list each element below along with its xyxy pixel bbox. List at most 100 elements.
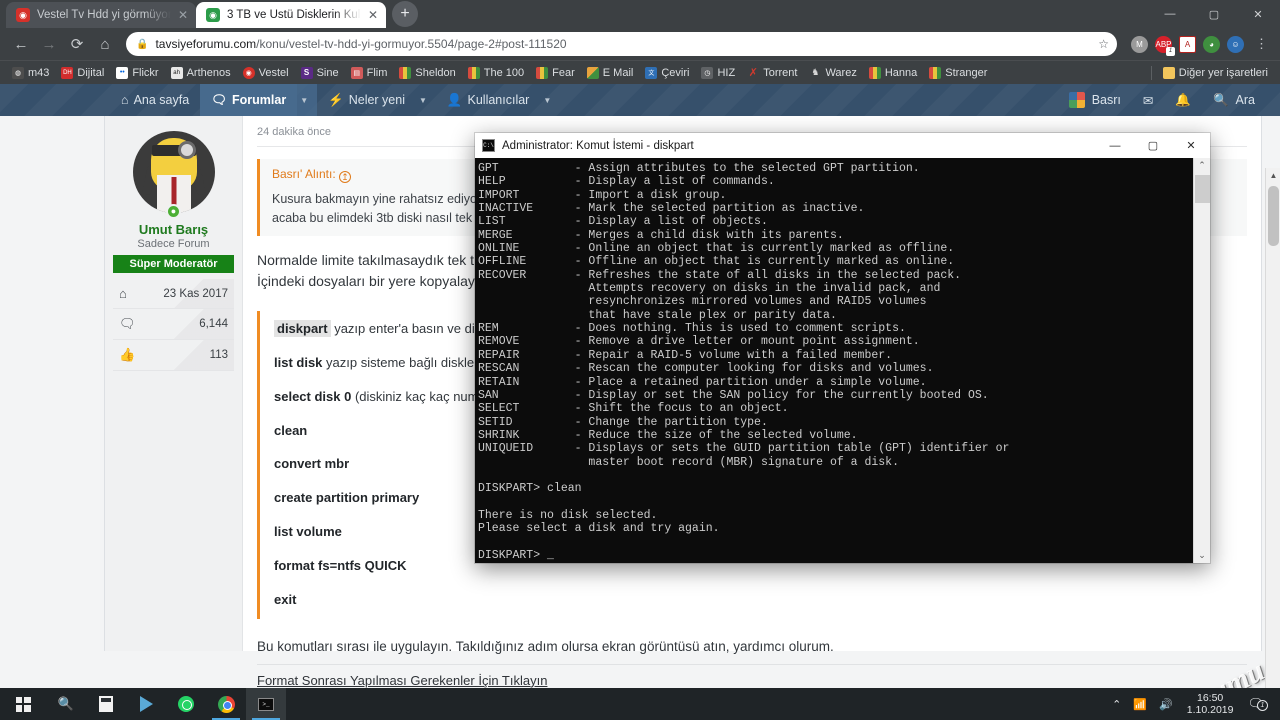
minimize-icon[interactable]: —: [1148, 0, 1192, 28]
stat-likes: 👍 113: [113, 340, 234, 371]
bookmark-item[interactable]: ah Arthenos: [166, 65, 236, 81]
scroll-down-icon[interactable]: ⌄: [1198, 548, 1206, 563]
url-domain: tavsiyeforumu.com: [155, 37, 257, 51]
start-button[interactable]: [0, 688, 46, 720]
close-window-icon[interactable]: ✕: [1236, 0, 1280, 28]
bookmark-item[interactable]: ♞ Warez: [804, 65, 861, 81]
inbox-button[interactable]: ✉: [1132, 84, 1164, 116]
folder-icon: [1162, 66, 1175, 79]
browser-tab-1[interactable]: ◉ Vestel Tv Hdd yi görmüyor | Sayfa 2 ✕: [6, 2, 196, 28]
new-tab-button[interactable]: +: [392, 1, 418, 27]
scroll-up-icon[interactable]: ▲: [1266, 168, 1280, 183]
cmd-scrollbar[interactable]: ⌃ ⌄: [1193, 158, 1210, 563]
post-closing-text: Bu komutları sırası ile uygulayın. Takıl…: [257, 638, 834, 654]
pdf-icon[interactable]: A: [1179, 35, 1196, 53]
search-button[interactable]: 🔍 Ara: [1202, 84, 1266, 116]
taskbar-cmd-button[interactable]: >_: [246, 688, 286, 720]
nav-item-neler-yeni[interactable]: ⚡ Neler yeni: [317, 84, 416, 116]
scrollbar-thumb[interactable]: [1268, 186, 1279, 246]
home-icon[interactable]: ⌂: [92, 31, 118, 57]
browser-menu-icon[interactable]: ⋮: [1251, 36, 1272, 52]
back-icon[interactable]: ←: [8, 31, 34, 57]
bookmark-label: Flim: [366, 66, 388, 79]
taskbar-calculator-button[interactable]: [86, 688, 126, 720]
bookmark-item[interactable]: ◍ m43: [7, 65, 54, 81]
chevron-up-icon[interactable]: ⌃: [1106, 698, 1127, 711]
taskbar-store-button[interactable]: [126, 688, 166, 720]
maximize-icon[interactable]: ▢: [1192, 0, 1236, 28]
bookmark-star-icon[interactable]: ☆: [1098, 37, 1109, 51]
avatar: [1068, 92, 1085, 108]
command-name: list disk: [274, 354, 323, 370]
nav-item-kullanicilar[interactable]: 👤 Kullanıcılar: [436, 84, 540, 116]
nav-item-forumlar[interactable]: 🗨 Forumlar: [200, 84, 298, 116]
bookmark-item[interactable]: DH Dijital: [56, 65, 109, 81]
maximize-icon[interactable]: ▢: [1134, 133, 1172, 158]
browser-tab-2[interactable]: ◉ 3 TB ve Üstü Disklerin Kullanımı v ✕: [196, 2, 386, 28]
adblock-icon[interactable]: ABP 1: [1155, 35, 1175, 56]
scroll-up-icon[interactable]: ⌃: [1198, 158, 1206, 173]
bookmark-item[interactable]: 文 Çeviri: [640, 65, 694, 81]
bookmark-item[interactable]: Stranger: [924, 65, 992, 81]
profile-avatar-icon[interactable]: ☺: [1227, 35, 1244, 53]
minimize-icon[interactable]: —: [1096, 133, 1134, 158]
close-icon[interactable]: ✕: [1172, 133, 1210, 158]
reload-icon[interactable]: ⟳: [64, 31, 90, 57]
url-path: /konu/vestel-tv-hdd-yi-gormuyor.5504/pag…: [256, 37, 567, 51]
bookmark-item[interactable]: ◷ HIZ: [696, 65, 740, 81]
link-format-sonrasi[interactable]: Format Sonrası Yapılması Gerekenler İçin…: [257, 670, 1247, 688]
bookmark-item[interactable]: ◉ Vestel: [238, 65, 294, 81]
command-name: clean: [274, 422, 308, 438]
forward-icon[interactable]: →: [36, 31, 62, 57]
account-menu[interactable]: Basrı: [1058, 84, 1132, 116]
chevron-down-icon[interactable]: ▼: [416, 84, 436, 116]
bookmark-label: E Mail: [602, 66, 634, 79]
sheldon-favicon-icon: [399, 66, 412, 79]
taskbar-whatsapp-button[interactable]: [166, 688, 206, 720]
bookmark-item[interactable]: Hanna: [864, 65, 922, 81]
m-extension-icon[interactable]: M: [1131, 35, 1148, 53]
bookmark-item[interactable]: S Sine: [296, 65, 344, 81]
post-author-name[interactable]: Umut Barış: [113, 222, 234, 237]
action-center-icon[interactable]: 🗨 1: [1241, 696, 1274, 712]
taskbar-search-button[interactable]: 🔍: [46, 688, 86, 720]
alerts-button[interactable]: 🔔: [1164, 84, 1202, 116]
other-bookmarks-button[interactable]: Diğer yer işaretleri: [1158, 65, 1273, 81]
close-icon[interactable]: ✕: [368, 8, 378, 22]
cmd-title-bar[interactable]: C:\ Administrator: Komut İstemi - diskpa…: [475, 133, 1210, 158]
scrollbar-thumb[interactable]: [1194, 175, 1210, 203]
vestel-favicon-icon: ◉: [16, 8, 30, 22]
address-bar[interactable]: 🔒 tavsiyeforumu.com/konu/vestel-tv-hdd-y…: [126, 32, 1117, 56]
bookmark-item[interactable]: ▤ Flim: [346, 65, 393, 81]
bookmark-label: m43: [28, 66, 50, 79]
bookmark-item[interactable]: Fear: [531, 65, 580, 81]
cmd-output[interactable]: GPT - Assign attributes to the selected …: [475, 158, 1193, 563]
chevron-down-icon[interactable]: ▼: [540, 84, 560, 116]
chevron-down-icon[interactable]: ▼: [297, 84, 318, 116]
tab-title: Vestel Tv Hdd yi görmüyor | Sayfa 2: [37, 9, 171, 21]
command-prompt-window[interactable]: C:\ Administrator: Komut İstemi - diskpa…: [475, 133, 1210, 563]
bookmark-label: HIZ: [717, 66, 736, 79]
bookmark-item[interactable]: ✗ Torrent: [742, 65, 802, 81]
taskbar-chrome-button[interactable]: [206, 688, 246, 720]
minion-tie: [171, 177, 176, 207]
page-scrollbar[interactable]: ▲ ▼: [1265, 168, 1280, 688]
bookmark-item[interactable]: The 100: [463, 65, 529, 81]
speaker-icon[interactable]: 🔊: [1153, 698, 1179, 711]
wifi-icon[interactable]: 📶: [1127, 698, 1153, 711]
windows-taskbar: 🔍 >_ ⌃ 📶 🔊 16:50 1.10.2019 🗨 1: [0, 688, 1280, 720]
bookmark-label: Flickr: [132, 66, 159, 79]
close-icon[interactable]: ✕: [178, 8, 188, 22]
expand-quote-icon[interactable]: ↥: [339, 171, 351, 183]
mail-icon: ✉: [1142, 93, 1154, 108]
bookmark-item[interactable]: Sheldon: [394, 65, 460, 81]
nav-item-ana-sayfa[interactable]: ⌂ Ana sayfa: [110, 84, 200, 116]
bookmark-item[interactable]: •• Flickr: [111, 65, 163, 81]
avatar[interactable]: [132, 131, 215, 213]
taskbar-clock[interactable]: 16:50 1.10.2019: [1179, 692, 1242, 716]
quote-author: Basrı' Alıntı:: [272, 167, 336, 181]
stat-value: 113: [209, 349, 228, 361]
bookmark-item[interactable]: E Mail: [582, 65, 639, 81]
idm-icon[interactable]: ◕: [1203, 35, 1220, 53]
comment-icon: 🗨: [211, 92, 228, 107]
